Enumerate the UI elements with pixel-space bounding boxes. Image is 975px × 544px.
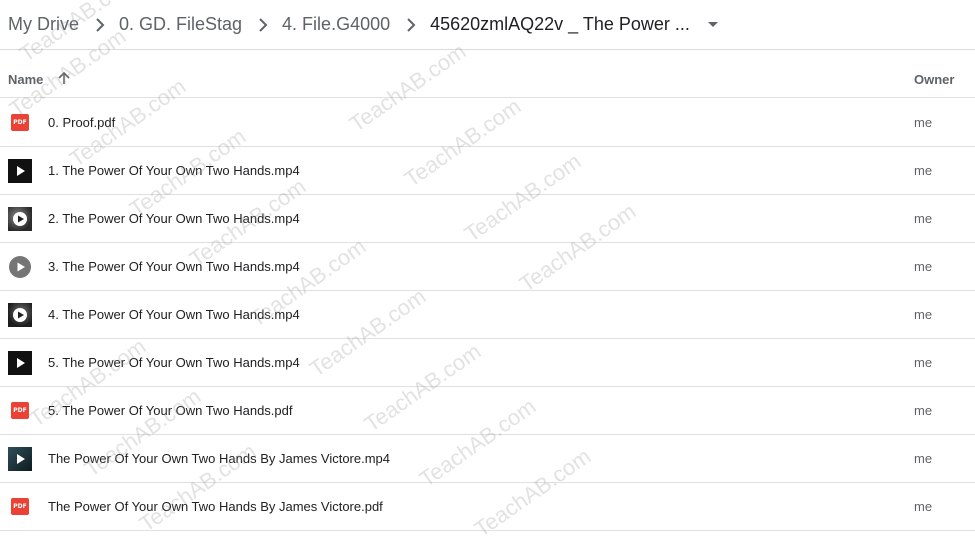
owner-column-header[interactable]: Owner	[914, 72, 954, 87]
file-row[interactable]: PDF The Power Of Your Own Two Hands By J…	[0, 483, 975, 531]
breadcrumb-current-folder[interactable]: 45620zmlAQ22v _ The Power ...	[430, 14, 690, 35]
breadcrumb-file-g4000[interactable]: 4. File.G4000	[282, 14, 390, 35]
file-name: 4. The Power Of Your Own Two Hands.mp4	[48, 307, 300, 322]
sort-arrow-up-icon[interactable]	[57, 71, 71, 90]
file-owner: me	[914, 259, 933, 274]
file-row[interactable]: 2. The Power Of Your Own Two Hands.mp4 m…	[0, 195, 975, 243]
pdf-icon: PDF	[8, 111, 32, 135]
video-icon	[8, 447, 32, 471]
file-name: 5. The Power Of Your Own Two Hands.mp4	[48, 355, 300, 370]
video-icon	[8, 303, 32, 327]
file-owner: me	[914, 403, 933, 418]
file-row[interactable]: PDF 5. The Power Of Your Own Two Hands.p…	[0, 387, 975, 435]
file-owner: me	[914, 211, 933, 226]
breadcrumb-filestag[interactable]: 0. GD. FileStag	[119, 14, 242, 35]
file-owner: me	[914, 163, 933, 178]
chevron-right-icon	[258, 17, 268, 32]
file-list-header: Name Owner	[0, 51, 975, 98]
file-owner: me	[914, 499, 933, 514]
pdf-icon: PDF	[8, 399, 32, 423]
file-name: 3. The Power Of Your Own Two Hands.mp4	[48, 259, 300, 274]
file-row[interactable]: 5. The Power Of Your Own Two Hands.mp4 m…	[0, 339, 975, 387]
file-name: 0. Proof.pdf	[48, 115, 116, 130]
file-row[interactable]: 3. The Power Of Your Own Two Hands.mp4 m…	[0, 243, 975, 291]
file-row[interactable]: The Power Of Your Own Two Hands By James…	[0, 435, 975, 483]
video-icon	[8, 159, 32, 183]
file-name: The Power Of Your Own Two Hands By James…	[48, 451, 391, 466]
video-icon	[8, 351, 32, 375]
file-name: The Power Of Your Own Two Hands By James…	[48, 499, 383, 514]
file-name: 5. The Power Of Your Own Two Hands.pdf	[48, 403, 293, 418]
file-owner: me	[914, 115, 933, 130]
breadcrumb: My Drive 0. GD. FileStag 4. File.G4000 4…	[0, 0, 975, 50]
file-owner: me	[914, 355, 933, 370]
pdf-icon: PDF	[8, 495, 32, 519]
chevron-right-icon	[406, 17, 416, 32]
file-row[interactable]: PDF 0. Proof.pdf me	[0, 99, 975, 147]
name-column-header[interactable]: Name	[8, 72, 43, 87]
file-owner: me	[914, 307, 933, 322]
breadcrumb-my-drive[interactable]: My Drive	[8, 14, 79, 35]
file-row[interactable]: 1. The Power Of Your Own Two Hands.mp4 m…	[0, 147, 975, 195]
file-name: 1. The Power Of Your Own Two Hands.mp4	[48, 163, 300, 178]
file-owner: me	[914, 451, 933, 466]
file-name: 2. The Power Of Your Own Two Hands.mp4	[48, 211, 300, 226]
chevron-right-icon	[95, 17, 105, 32]
video-icon	[8, 255, 32, 279]
video-icon	[8, 207, 32, 231]
file-row[interactable]: 4. The Power Of Your Own Two Hands.mp4 m…	[0, 291, 975, 339]
dropdown-arrow-icon[interactable]	[707, 21, 718, 28]
file-list: PDF 0. Proof.pdf me 1. The Power Of Your…	[0, 99, 975, 531]
